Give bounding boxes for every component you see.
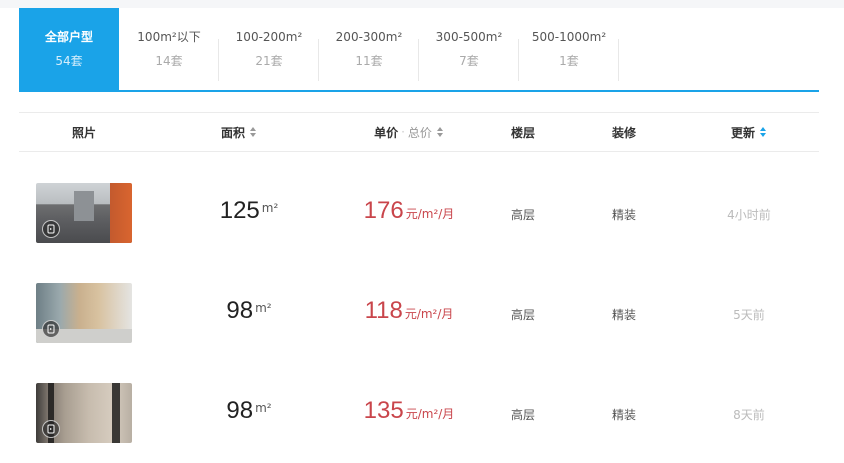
tab-count: 7套 [459,54,479,68]
area-value: 125 [219,197,260,224]
tab-count: 1套 [559,54,579,68]
vr-view-icon[interactable] [42,220,60,238]
price-unit: 元/m²/月 [405,207,455,221]
header-decoration-label: 装修 [611,125,636,140]
listing-row[interactable]: 125 m² 176 元/m²/月 高层 精装 4小时前 [19,163,819,263]
decoration-cell: 精装 [611,208,636,222]
vr-view-icon[interactable] [42,320,60,338]
top-strip [0,0,844,8]
price-unit: 元/m²/月 [404,307,454,321]
header-decoration: 装修 [584,113,664,151]
area-unit: m² [255,300,272,315]
tab-under-100[interactable]: 100m²以下 14套 [119,8,219,90]
area-value: 98 [226,297,254,324]
photo-wall-detail [110,183,132,243]
tab-all-units[interactable]: 全部户型 54套 [19,8,119,90]
area-cell: 98 m² [159,397,339,425]
vr-view-icon[interactable] [42,420,60,438]
tab-label: 全部户型 [44,30,93,44]
tab-label: 300-500m² [435,30,503,44]
price-cell: 135 元/m²/月 [319,397,499,425]
header-unit-price[interactable]: 单价 [374,124,398,141]
tab-200-300[interactable]: 200-300m² 11套 [319,8,419,90]
decoration-cell: 精装 [611,308,636,322]
header-floor-label: 楼层 [510,125,535,140]
header-area-label: 面积 [220,125,245,140]
listing-row[interactable]: 98 m² 118 元/m²/月 高层 精装 5天前 [19,263,819,363]
tab-count: 14套 [155,54,183,68]
area-unit: m² [255,400,272,415]
sort-arrows-icon[interactable] [250,127,257,137]
price-cell: 176 元/m²/月 [319,197,499,225]
header-floor: 楼层 [483,113,563,151]
area-cell: 125 m² [159,197,339,225]
unit-type-filter-tabs: 全部户型 54套 100m²以下 14套 100-200m² 21套 200-3… [19,8,819,92]
area-unit: m² [261,200,279,215]
header-updated-label: 更新 [730,125,755,140]
price-value: 118 [364,297,403,324]
tab-count: 54套 [55,54,83,68]
sort-arrows-icon[interactable] [436,127,444,137]
decoration-cell: 精装 [611,408,636,422]
tab-label: 200-300m² [335,30,403,44]
listing-photo[interactable] [36,383,132,443]
listing-photo[interactable] [36,183,132,243]
listing-row[interactable]: 98 m² 135 元/m²/月 高层 精装 8天前 [19,363,819,463]
area-cell: 98 m² [159,297,339,325]
updated-cell: 4小时前 [727,208,771,222]
tab-label: 100-200m² [235,30,303,44]
tab-count: 21套 [255,54,283,68]
listing-table-header: 照片 面积 单价 · 总价 楼层 装修 更新 [19,112,819,152]
sort-arrows-icon[interactable] [760,127,767,137]
header-total-price[interactable]: 总价 [408,124,432,141]
listing-photo[interactable] [36,283,132,343]
updated-cell: 5天前 [733,308,765,322]
price-unit: 元/m²/月 [405,407,455,421]
header-area[interactable]: 面积 [159,113,319,151]
tab-count: 11套 [355,54,383,68]
header-photo-label: 照片 [71,125,96,140]
header-photo: 照片 [19,113,149,151]
price-cell: 118 元/m²/月 [319,297,499,325]
photo-door-frame-detail [112,383,120,443]
tab-label: 100m²以下 [137,30,201,44]
updated-cell: 8天前 [733,408,765,422]
floor-cell: 高层 [510,308,535,322]
tab-label: 500-1000m² [531,30,607,44]
area-value: 98 [226,397,254,424]
tab-100-200[interactable]: 100-200m² 21套 [219,8,319,90]
price-value: 135 [363,397,404,424]
header-separator-dot: · [401,125,405,139]
tab-500-1000[interactable]: 500-1000m² 1套 [519,8,619,90]
floor-cell: 高层 [510,408,535,422]
header-price: 单价 · 总价 [319,113,499,151]
header-updated[interactable]: 更新 [699,113,799,151]
photo-corridor-detail [74,191,94,221]
floor-cell: 高层 [510,208,535,222]
tab-300-500[interactable]: 300-500m² 7套 [419,8,519,90]
price-value: 176 [363,197,404,224]
